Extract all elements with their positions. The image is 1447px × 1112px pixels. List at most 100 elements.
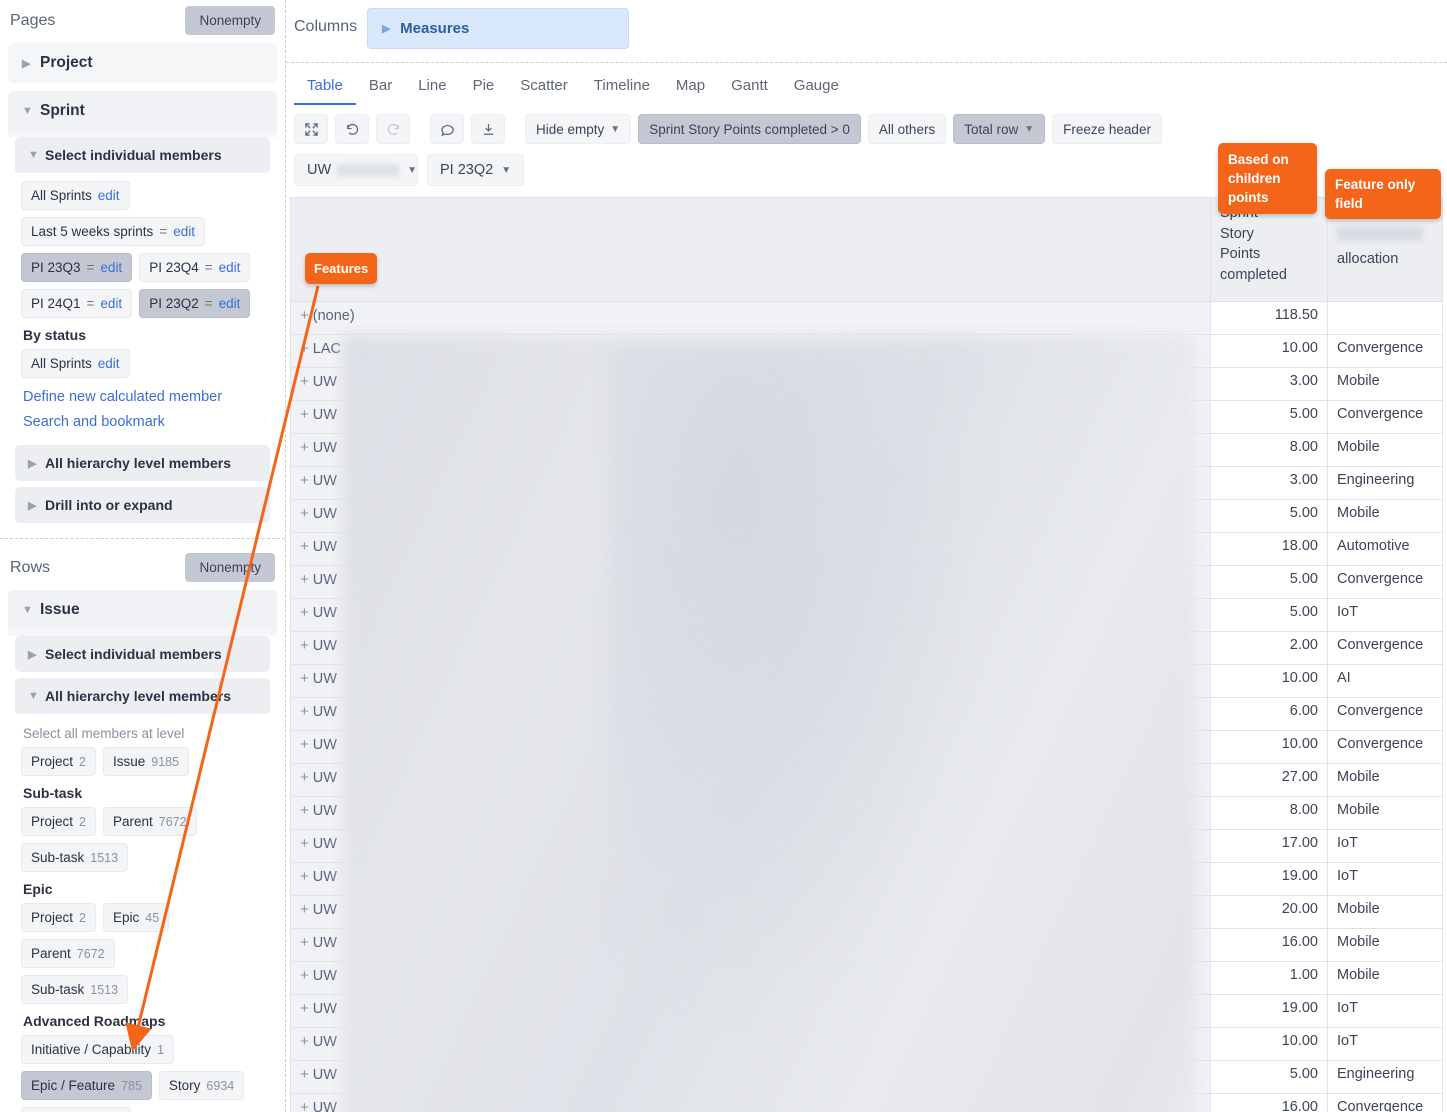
expand-icon[interactable]: + xyxy=(300,505,309,522)
total-row-button[interactable]: Total row ▼ xyxy=(953,114,1046,144)
dimension-issue-header[interactable]: ▼ Issue xyxy=(8,590,277,630)
tab-timeline[interactable]: Timeline xyxy=(581,69,663,105)
chip-edit-link[interactable]: edit xyxy=(219,260,241,275)
row-header-cell[interactable]: + UW xyxy=(290,499,1211,533)
expand-icon[interactable]: + xyxy=(300,373,309,390)
row-header-cell[interactable]: + UW xyxy=(290,367,1211,401)
tab-bar[interactable]: Bar xyxy=(356,69,405,105)
table-row[interactable]: + UW 10.00 Convergence xyxy=(290,730,1443,764)
cell-issue-allocation[interactable]: Convergence xyxy=(1327,631,1443,665)
member-chip[interactable]: Sub-task 1513 xyxy=(21,975,129,1004)
expand-icon[interactable]: + xyxy=(300,571,309,588)
cell-sprint-story-points-completed[interactable]: 10.00 xyxy=(1210,730,1328,764)
page-filter-dim2[interactable]: PI 23Q2 ▼ xyxy=(427,154,525,186)
member-chip[interactable]: Sub-Task1513 xyxy=(21,1107,132,1112)
cell-sprint-story-points-completed[interactable]: 5.00 xyxy=(1210,565,1328,599)
table-row[interactable]: + UW 5.00 Convergence xyxy=(290,565,1443,599)
download-icon[interactable] xyxy=(471,114,505,144)
cell-issue-allocation[interactable] xyxy=(1327,301,1443,335)
tab-pie[interactable]: Pie xyxy=(460,69,508,105)
cell-issue-allocation[interactable]: IoT xyxy=(1327,1027,1443,1061)
chip-edit-link[interactable]: edit xyxy=(98,188,120,203)
cell-issue-allocation[interactable]: Engineering xyxy=(1327,1060,1443,1094)
search-and-bookmark-link[interactable]: Search and bookmark xyxy=(21,410,264,435)
chip-edit-link[interactable]: edit xyxy=(98,356,120,371)
cell-sprint-story-points-completed[interactable]: 8.00 xyxy=(1210,796,1328,830)
row-header-cell[interactable]: + UW xyxy=(290,928,1211,962)
member-chip[interactable]: Initiative / Capability 1 xyxy=(21,1035,175,1064)
cell-sprint-story-points-completed[interactable]: 6.00 xyxy=(1210,697,1328,731)
sprint-select-individual-header[interactable]: ▼ Select individual members xyxy=(15,137,270,173)
cell-issue-allocation[interactable]: IoT xyxy=(1327,829,1443,863)
table-row[interactable]: + UW 3.00 Engineering xyxy=(290,466,1443,500)
cell-sprint-story-points-completed[interactable]: 3.00 xyxy=(1210,367,1328,401)
expand-icon[interactable]: + xyxy=(300,538,309,555)
table-row[interactable]: + UW 1.00 Mobile xyxy=(290,961,1443,995)
expand-icon[interactable]: + xyxy=(300,967,309,984)
expand-icon[interactable]: + xyxy=(300,901,309,918)
cell-sprint-story-points-completed[interactable]: 5.00 xyxy=(1210,499,1328,533)
row-header-cell[interactable]: + UW xyxy=(290,994,1211,1028)
cell-sprint-story-points-completed[interactable]: 5.00 xyxy=(1210,1060,1328,1094)
chip-edit-link[interactable]: edit xyxy=(219,296,241,311)
cell-sprint-story-points-completed[interactable]: 1.00 xyxy=(1210,961,1328,995)
member-chip[interactable]: PI 23Q3 = edit xyxy=(21,253,133,282)
chip-edit-link[interactable]: edit xyxy=(100,296,122,311)
member-chip[interactable]: Project 2 xyxy=(21,747,96,776)
cell-issue-allocation[interactable]: Convergence xyxy=(1327,1093,1443,1112)
tab-gantt[interactable]: Gantt xyxy=(718,69,781,105)
cell-issue-allocation[interactable]: Mobile xyxy=(1327,895,1443,929)
expand-icon[interactable]: + xyxy=(300,802,309,819)
cell-sprint-story-points-completed[interactable]: 16.00 xyxy=(1210,1093,1328,1112)
row-header-cell[interactable]: + UW xyxy=(290,730,1211,764)
issue-all-hierarchy-header[interactable]: ▼ All hierarchy level members xyxy=(15,678,270,714)
row-header-cell[interactable]: + UW xyxy=(290,1093,1211,1112)
row-header-cell[interactable]: + UW xyxy=(290,433,1211,467)
cell-issue-allocation[interactable]: Mobile xyxy=(1327,928,1443,962)
expand-icon[interactable]: + xyxy=(300,703,309,720)
expand-icon[interactable]: + xyxy=(300,769,309,786)
cell-sprint-story-points-completed[interactable]: 5.00 xyxy=(1210,400,1328,434)
cell-issue-allocation[interactable]: Convergence xyxy=(1327,334,1443,368)
hide-empty-button[interactable]: Hide empty ▼ xyxy=(525,114,632,144)
member-chip[interactable]: Parent 7672 xyxy=(102,807,197,836)
expand-icon[interactable]: + xyxy=(300,340,309,357)
cell-issue-allocation[interactable]: IoT xyxy=(1327,598,1443,632)
row-header-cell[interactable]: + UW xyxy=(290,895,1211,929)
table-row[interactable]: + UW 18.00 Automotive xyxy=(290,532,1443,566)
cell-issue-allocation[interactable]: Mobile xyxy=(1327,796,1443,830)
cell-sprint-story-points-completed[interactable]: 10.00 xyxy=(1210,664,1328,698)
tab-table[interactable]: Table xyxy=(294,69,356,105)
cell-sprint-story-points-completed[interactable]: 3.00 xyxy=(1210,466,1328,500)
member-chip[interactable]: Sub-task 1513 xyxy=(21,843,129,872)
cell-issue-allocation[interactable]: Convergence xyxy=(1327,400,1443,434)
table-row[interactable]: + UW 5.00 IoT xyxy=(290,598,1443,632)
row-header-cell[interactable]: + UW xyxy=(290,697,1211,731)
member-chip[interactable]: All Sprints edit xyxy=(21,181,130,210)
cell-sprint-story-points-completed[interactable]: 5.00 xyxy=(1210,598,1328,632)
expand-icon[interactable] xyxy=(294,114,328,144)
cell-issue-allocation[interactable]: Mobile xyxy=(1327,499,1443,533)
expand-icon[interactable]: + xyxy=(300,1099,309,1112)
table-row[interactable]: + LAC 10.00 Convergence xyxy=(290,334,1443,368)
table-row[interactable]: + UW 20.00 Mobile xyxy=(290,895,1443,929)
page-filter-dim1[interactable]: UW ▼ xyxy=(294,154,418,186)
all-others-button[interactable]: All others xyxy=(867,114,947,144)
table-row[interactable]: + UW 16.00 Convergence xyxy=(290,1093,1443,1112)
table-row[interactable]: + UW 19.00 IoT xyxy=(290,994,1443,1028)
cell-issue-allocation[interactable]: Mobile xyxy=(1327,961,1443,995)
cell-issue-allocation[interactable]: Automotive xyxy=(1327,532,1443,566)
cell-sprint-story-points-completed[interactable]: 8.00 xyxy=(1210,433,1328,467)
row-header-cell[interactable]: + (none) xyxy=(290,301,1211,335)
row-header-cell[interactable]: + UW xyxy=(290,400,1211,434)
expand-icon[interactable]: + xyxy=(300,835,309,852)
table-row[interactable]: + UW 10.00 AI xyxy=(290,664,1443,698)
expand-icon[interactable]: + xyxy=(300,604,309,621)
row-header-cell[interactable]: + UW xyxy=(290,796,1211,830)
dimension-project[interactable]: ▶ Project xyxy=(8,43,277,83)
table-row[interactable]: + UW 5.00 Mobile xyxy=(290,499,1443,533)
expand-icon[interactable]: + xyxy=(300,1033,309,1050)
row-header-cell[interactable]: + UW xyxy=(290,1027,1211,1061)
cell-issue-allocation[interactable]: AI xyxy=(1327,664,1443,698)
member-chip[interactable]: Issue 9185 xyxy=(102,747,190,776)
